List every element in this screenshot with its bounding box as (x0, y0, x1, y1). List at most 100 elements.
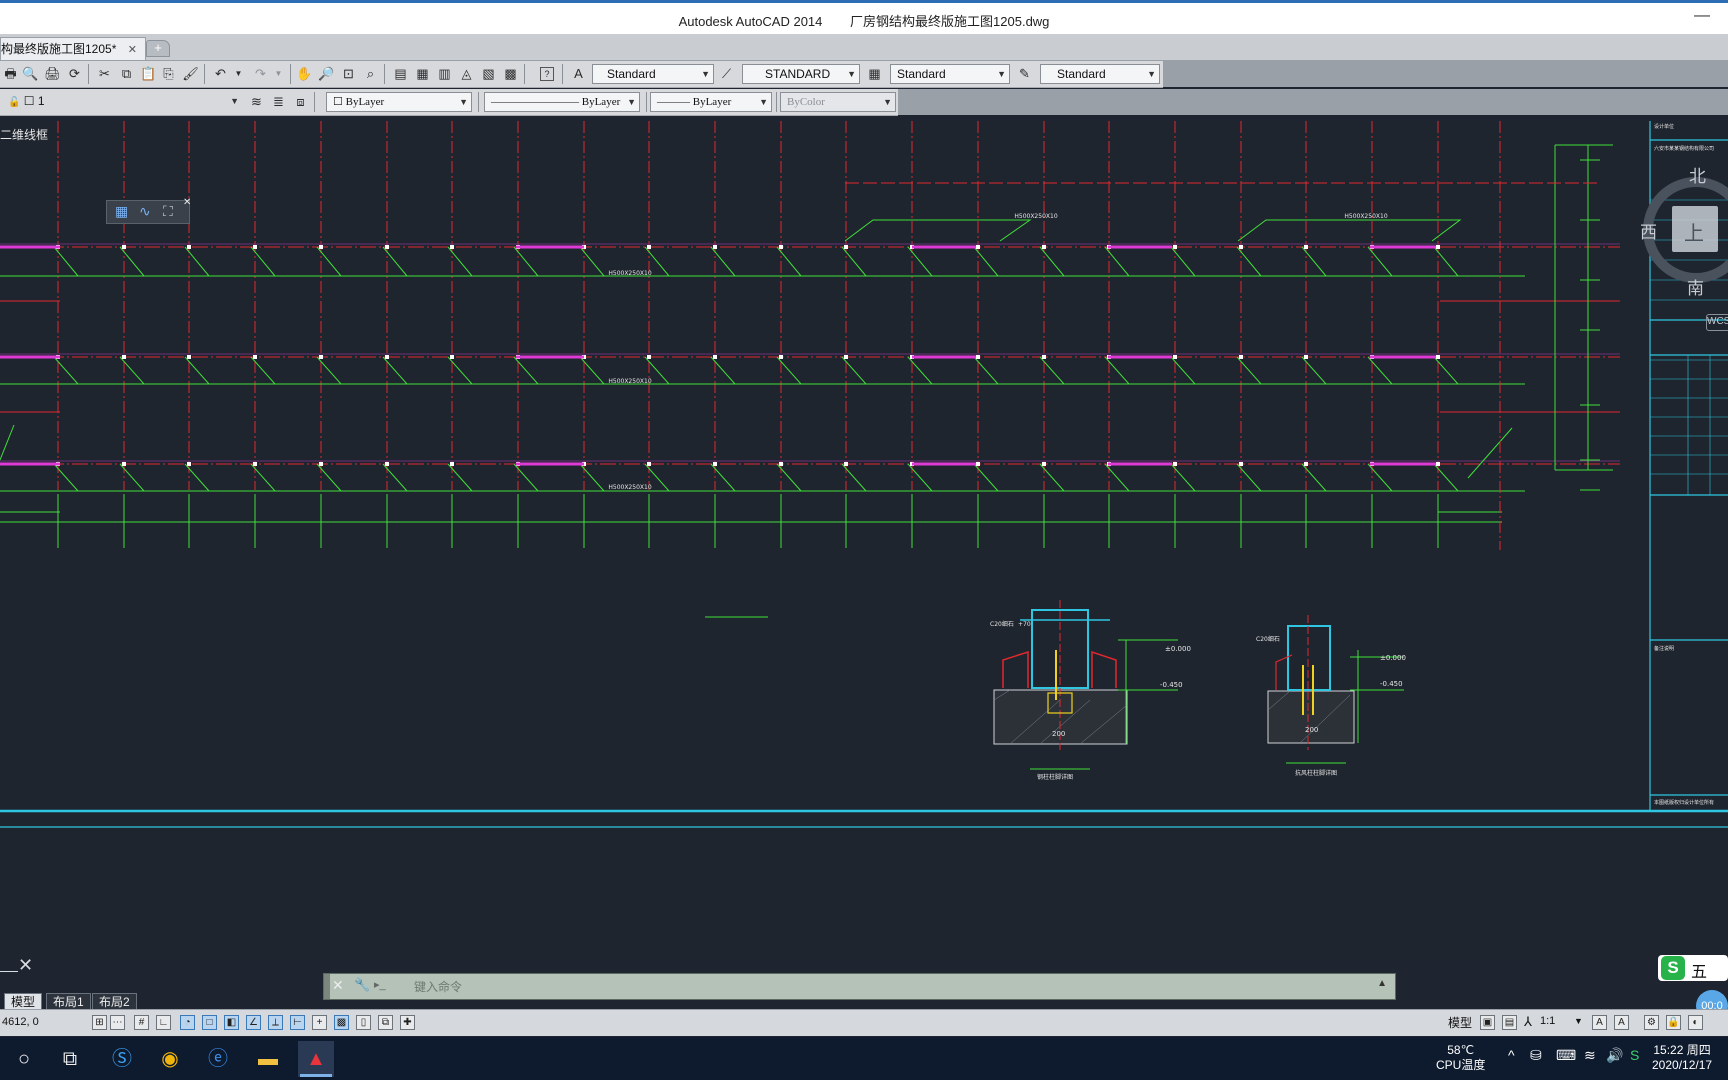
infer-constraints-icon[interactable]: ⊞ (92, 1015, 107, 1030)
object-snap-icon[interactable]: □ (202, 1015, 217, 1030)
sogou-browser-icon[interactable]: Ⓢ (104, 1041, 140, 1077)
chrome-icon[interactable]: ◉ (152, 1041, 188, 1077)
paste-icon[interactable]: 📋 (140, 65, 157, 82)
compass-top[interactable]: 上 (1684, 217, 1704, 246)
selection-cycling-icon[interactable]: ⧉ (378, 1015, 393, 1030)
copy-icon[interactable]: ⧉ (118, 65, 135, 82)
pan-icon[interactable]: ✋ (296, 65, 313, 82)
color-select[interactable]: ☐ ByLayer ▼ (326, 92, 472, 112)
quick-view-drawings-icon[interactable]: ▤ (1502, 1015, 1517, 1030)
zoom-realtime-icon[interactable]: 🔎 (318, 65, 335, 82)
search-icon[interactable]: ○ (6, 1041, 42, 1077)
compass-south[interactable]: 南 (1687, 274, 1704, 299)
new-tab-button[interactable]: + (146, 40, 170, 57)
annotation-monitor-icon[interactable]: ✚ (400, 1015, 415, 1030)
layer-states-icon[interactable]: ≣ (270, 93, 287, 110)
object-snap-tracking-icon[interactable]: ∠ (246, 1015, 261, 1030)
wcs-menu[interactable]: WCS (1706, 314, 1728, 331)
auto-scale-icon[interactable]: A (1614, 1015, 1629, 1030)
column-base-detail-1[interactable]: ±0.000 -0.450 200 C20细石 +70 钢柱柱脚详图 (990, 600, 1191, 781)
grid-display-icon[interactable]: # (134, 1015, 149, 1030)
snap-mode-icon[interactable]: ⋯ (110, 1015, 125, 1030)
coordinates-readout[interactable]: 4612, 0 (2, 1016, 39, 1028)
text-style-icon[interactable]: A (570, 65, 587, 82)
redo-dropdown-icon[interactable]: ▼ (270, 65, 287, 82)
wrench-icon[interactable]: 🔧 (354, 977, 370, 993)
lineweight-select[interactable]: ——— ByLayer ▼ (650, 92, 772, 112)
view-style-label[interactable]: 二维线框 (0, 126, 48, 143)
close-icon[interactable]: ✕ (183, 197, 191, 208)
design-center-icon[interactable]: ▦ (414, 65, 431, 82)
annotation-scale-value[interactable]: 1:1 (1540, 1015, 1555, 1027)
ie-icon[interactable]: ⓔ (200, 1041, 236, 1077)
tab-layout1[interactable]: 布局1 (46, 993, 91, 1010)
model-space-button[interactable]: 模型 (1448, 1014, 1472, 1031)
viewcube[interactable]: 北 西 南 上 (1640, 160, 1728, 310)
compass-west[interactable]: 西 (1640, 218, 1657, 243)
annotation-visibility-icon[interactable]: A (1592, 1015, 1607, 1030)
workspace-gear-icon[interactable]: ⚙ (1644, 1015, 1659, 1030)
close-tab-icon[interactable]: ✕ (128, 44, 137, 56)
system-clock[interactable]: 15:22 周四 2020/12/17 (1652, 1043, 1712, 1073)
quick-view-layouts-icon[interactable]: ▣ (1480, 1015, 1495, 1030)
zoom-window-icon[interactable]: ⊡ (340, 65, 357, 82)
volume-icon[interactable]: 🔊 (1606, 1047, 1623, 1064)
minimize-button[interactable]: — (1694, 7, 1710, 25)
transparency-icon[interactable]: ▩ (334, 1015, 349, 1030)
linetype-select[interactable]: ———————— ByLayer ▼ (484, 92, 640, 112)
autocad-taskbar-icon[interactable]: ▲ (298, 1041, 334, 1077)
close-icon[interactable]: ✕ (332, 977, 344, 994)
wifi-icon[interactable]: ≋ (1584, 1047, 1596, 1064)
dim-style-select[interactable]: STANDARD ▼ (742, 64, 860, 84)
print-icon[interactable]: 🖶 (2, 65, 19, 82)
undo-icon[interactable]: ↶ (212, 65, 229, 82)
document-tab[interactable]: 构最终版施工图1205* ✕ (0, 37, 146, 60)
text-style-select[interactable]: Standard ▼ (592, 64, 714, 84)
file-explorer-icon[interactable]: ▬ (250, 1041, 286, 1077)
tool-palettes-icon[interactable]: ▥ (436, 65, 453, 82)
sheet-set-icon[interactable]: ◬ (458, 65, 475, 82)
task-view-icon[interactable]: ⧉ (52, 1041, 88, 1077)
keyboard-icon[interactable]: ⌨ (1556, 1047, 1576, 1064)
layer-previous-icon[interactable]: ≋ (248, 93, 265, 110)
expand-history-icon[interactable]: ▲ (1377, 978, 1387, 989)
3d-osnap-icon[interactable]: ◧ (224, 1015, 239, 1030)
cut-icon[interactable]: ✂ (96, 65, 113, 82)
column-base-detail-2[interactable]: ±0.000 -0.450 200 C20细石 抗风柱柱脚详图 (1256, 615, 1406, 777)
properties-icon[interactable]: ▤ (392, 65, 409, 82)
ime-tray-icon[interactable]: S (1630, 1047, 1639, 1063)
selection-icon[interactable]: ⛶ (163, 203, 173, 220)
close-icon[interactable]: ✕ (18, 955, 33, 976)
command-input[interactable]: 键入命令 (414, 978, 462, 995)
calculator-icon[interactable]: ▩ (502, 65, 519, 82)
annotation-scale-icon[interactable]: ⅄ (1524, 1014, 1532, 1030)
dim-style-icon[interactable]: ⟋ (718, 65, 735, 82)
dynamic-ucs-icon[interactable]: ⟂ (268, 1015, 283, 1030)
chevron-down-icon[interactable]: ▼ (1574, 1016, 1583, 1026)
hardware-acceleration-icon[interactable]: ◐ (1688, 1015, 1703, 1030)
3d-print-icon[interactable]: ⟳ (66, 65, 83, 82)
table-style-icon[interactable]: ▦ (866, 65, 883, 82)
ime-indicator[interactable]: S 五 (1658, 955, 1728, 981)
table-style-select[interactable]: Standard ▼ (890, 64, 1010, 84)
match-properties-icon[interactable]: 🖌 (182, 65, 199, 82)
paste-special-icon[interactable]: ⎘ (160, 65, 177, 82)
lineweight-icon[interactable]: + (312, 1015, 327, 1030)
layer-iso-icon[interactable]: ⧈ (292, 93, 309, 110)
ortho-mode-icon[interactable]: ∟ (156, 1015, 171, 1030)
compass-north[interactable]: 北 (1689, 162, 1706, 187)
publish-icon[interactable]: 🖨 (44, 65, 61, 82)
quick-properties-icon[interactable]: ▯ (356, 1015, 371, 1030)
help-icon[interactable]: ? (540, 67, 554, 81)
layer-select[interactable]: 🔓 ☐ 1 ▼ (2, 92, 242, 112)
drag-handle[interactable] (324, 974, 330, 999)
dynamic-input-icon[interactable]: ⊢ (290, 1015, 305, 1030)
tab-model[interactable]: 模型 (4, 993, 43, 1010)
curve-icon[interactable]: ∿ (139, 203, 151, 220)
tray-expand-icon[interactable]: ^ (1508, 1047, 1515, 1063)
drawing-canvas[interactable]: H500X250X10 H500X250X10 H500X250X10 H500… (0, 121, 1728, 961)
drawing-svg[interactable]: H500X250X10 H500X250X10 H500X250X10 H500… (0, 121, 1728, 961)
mleader-style-select[interactable]: Standard ▼ (1040, 64, 1160, 84)
command-line[interactable]: ✕ 🔧 ▸_ 键入命令 ▲ (323, 973, 1396, 1000)
preview-icon[interactable]: 🔍 (22, 65, 39, 82)
